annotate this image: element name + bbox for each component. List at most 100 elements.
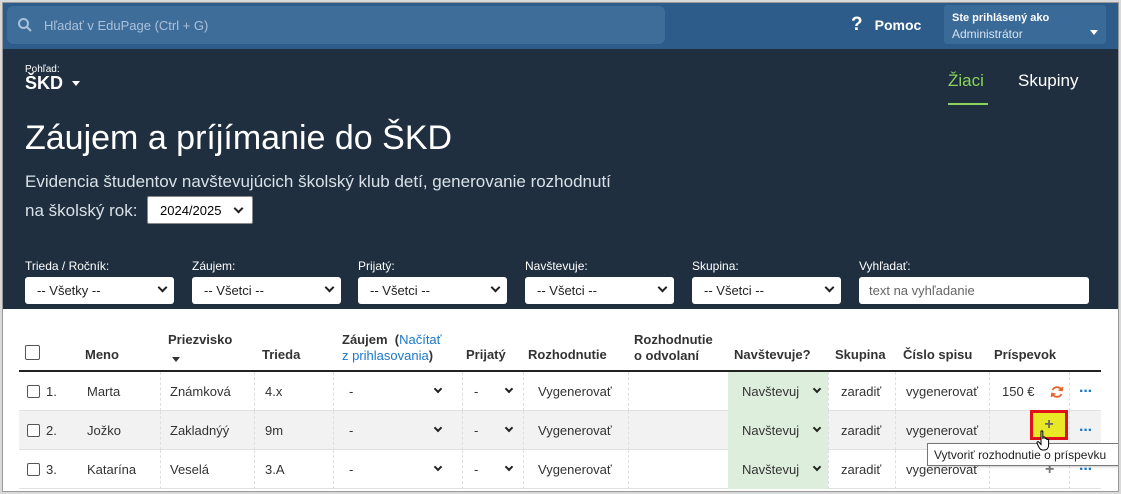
chevron-down-icon <box>324 282 335 293</box>
refresh-icon[interactable] <box>1050 385 1064 399</box>
select-value: Navštevuj <box>742 384 800 399</box>
tab-label: Skupiny <box>1018 71 1079 90</box>
prispevok-amount-link[interactable]: 150 € <box>1002 372 1035 411</box>
filter-value: -- Všetci -- <box>537 283 597 298</box>
col-header-odvolanie: Rozhodnutie o odvolaní <box>634 332 713 364</box>
zaujem-select[interactable]: - <box>333 450 451 489</box>
school-year-select[interactable]: 2024/2025 <box>147 196 253 224</box>
user-menu[interactable]: Ste prihlásený ako Administrátor <box>944 5 1106 44</box>
generate-decision-button[interactable]: Vygenerovať <box>538 411 612 450</box>
col-header-cislo-spisu: Číslo spisu <box>903 347 973 362</box>
chevron-down-icon <box>657 282 668 293</box>
prijaty-select[interactable]: - <box>462 372 522 411</box>
view-selector[interactable]: ŠKD <box>25 73 81 94</box>
paren-close: ) <box>428 348 434 363</box>
load-from-registration-link-2[interactable]: z prihlasovania <box>342 348 429 363</box>
filter-prijaty-select[interactable]: -- Všetci -- <box>358 277 507 304</box>
select-all-checkbox[interactable] <box>25 345 40 360</box>
col-header-meno[interactable]: Meno <box>85 347 119 362</box>
tab-skupiny[interactable]: Skupiny <box>1018 71 1078 91</box>
generate-decision-button[interactable]: Vygenerovať <box>538 450 612 489</box>
navstevuje-select[interactable]: Navštevuj <box>728 372 828 411</box>
col-header-label: Záujem <box>342 332 388 347</box>
filter-zaujem-select[interactable]: -- Všetci -- <box>192 277 341 304</box>
cell-trieda: 9m <box>265 423 284 438</box>
row-checkbox[interactable] <box>27 450 40 489</box>
filter-navstevuje-select[interactable]: -- Všetci -- <box>525 277 674 304</box>
students-table: Meno Priezvisko Trieda Záujem (Načítať z… <box>3 309 1118 491</box>
year-label: na školský rok: <box>25 201 138 220</box>
navstevuje-select[interactable]: Navštevuj <box>728 411 828 450</box>
help-icon: ? <box>851 14 863 35</box>
school-year-value: 2024/2025 <box>160 203 222 218</box>
row-number: 1. <box>46 384 57 399</box>
cell-priezvisko: Veselá <box>170 462 210 477</box>
search-icon <box>18 18 32 32</box>
tab-label: Žiaci <box>948 71 984 90</box>
page-title: Záujem a príjímanie do ŠKD <box>25 119 453 157</box>
prijaty-select[interactable]: - <box>462 450 522 489</box>
chevron-down-icon <box>504 384 514 394</box>
select-value: - <box>349 423 354 438</box>
cell-priezvisko: Známková <box>170 384 231 399</box>
chevron-down-icon <box>504 462 514 472</box>
filter-value: -- Všetci -- <box>370 283 430 298</box>
zaujem-select[interactable]: - <box>333 372 451 411</box>
help-label: Pomoc <box>874 17 922 33</box>
row-number: 2. <box>46 423 57 438</box>
col-header-zaujem: Záujem (Načítať z prihlasovania) <box>342 332 442 364</box>
prijaty-select[interactable]: - <box>462 411 522 450</box>
global-search-input[interactable]: Hľadať v EduPage (Ctrl + G) <box>7 6 665 44</box>
chevron-down-icon <box>1090 30 1098 35</box>
help-button[interactable]: ? Pomoc <box>851 14 921 36</box>
table-row: 1. Marta Známková 4.x - - Vygenerovať Na… <box>19 372 1101 411</box>
user-line1: Ste prihlásený ako <box>952 12 1050 24</box>
filter-value: -- Všetky -- <box>37 283 101 298</box>
select-value: Navštevuj <box>742 462 800 477</box>
select-value: - <box>474 462 479 477</box>
assign-group-link[interactable]: zaradiť <box>841 372 881 411</box>
row-checkbox[interactable] <box>27 372 40 411</box>
select-value: - <box>474 384 479 399</box>
col-header-label: Rozhodnutie <box>634 332 713 347</box>
navstevuje-select[interactable]: Navštevuj <box>728 450 828 489</box>
filter-trieda-select[interactable]: -- Všetky -- <box>25 277 174 304</box>
generate-decision-button[interactable]: Vygenerovať <box>538 372 612 411</box>
generate-file-number-link[interactable]: vygenerovať <box>906 372 978 411</box>
search-placeholder: Hľadať v EduPage (Ctrl + G) <box>44 18 209 33</box>
cell-trieda: 4.x <box>265 384 283 399</box>
cell-meno: Jožko <box>87 423 121 438</box>
col-header-label-2: o odvolaní <box>634 348 699 363</box>
col-header-rozhodnutie: Rozhodnutie <box>528 347 607 362</box>
filter-label-zaujem: Záujem: <box>192 259 236 273</box>
assign-group-link[interactable]: zaradiť <box>841 450 881 489</box>
col-header-prispevok: Príspevok <box>994 347 1057 362</box>
load-from-registration-link[interactable]: Načítať <box>399 332 441 347</box>
page-subtitle: Evidencia študentov navštevujúcich škols… <box>25 172 611 191</box>
tab-ziaci[interactable]: Žiaci <box>948 71 988 105</box>
filter-skupina-select[interactable]: -- Všetci -- <box>692 277 841 304</box>
chevron-down-icon <box>812 384 822 394</box>
col-header-label: Priezvisko <box>168 332 233 347</box>
filter-search-input[interactable]: text na vyhľadanie <box>859 277 1089 304</box>
sort-down-icon <box>172 357 180 362</box>
col-header-trieda[interactable]: Trieda <box>262 347 300 362</box>
col-header-priezvisko[interactable]: Priezvisko <box>168 332 232 365</box>
select-value: Navštevuj <box>742 423 800 438</box>
filter-label-skupina: Skupina: <box>692 259 739 273</box>
chevron-down-icon <box>490 282 501 293</box>
cell-priezvisko: Zakladnýý <box>170 423 230 438</box>
chevron-down-icon <box>824 282 835 293</box>
filter-label-prijaty: Prijatý: <box>358 259 395 273</box>
chevron-down-icon <box>233 203 244 214</box>
filter-value: -- Všetci -- <box>204 283 264 298</box>
row-number: 3. <box>46 462 57 477</box>
active-tab-underline <box>948 103 988 105</box>
zaujem-select[interactable]: - <box>333 411 451 450</box>
assign-group-link[interactable]: zaradiť <box>841 411 881 450</box>
cell-meno: Marta <box>87 384 121 399</box>
row-checkbox[interactable] <box>27 411 40 450</box>
more-options-button[interactable]: ··· <box>1079 372 1093 411</box>
cell-trieda: 3.A <box>265 462 285 477</box>
filter-search-placeholder: text na vyhľadanie <box>869 283 975 298</box>
